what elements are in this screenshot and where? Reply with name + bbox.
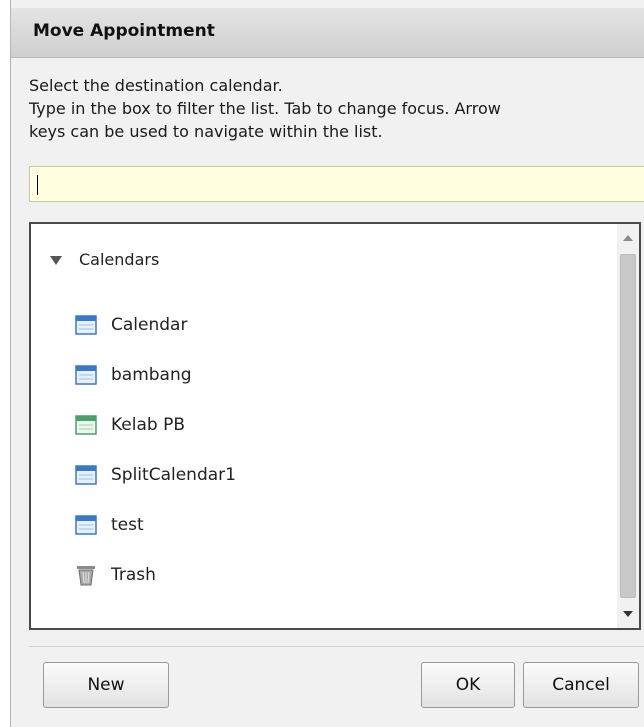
text-caret	[37, 175, 38, 195]
calendar-icon	[75, 464, 97, 486]
list-item-splitcalendar1[interactable]: SplitCalendar1	[75, 458, 236, 492]
scroll-down-arrow-icon[interactable]	[617, 600, 639, 628]
filter-input[interactable]	[29, 166, 644, 202]
new-button[interactable]: New	[43, 662, 169, 708]
tree-root-calendars[interactable]: Calendars	[49, 244, 159, 274]
list-item-calendar[interactable]: Calendar	[75, 308, 236, 342]
list-item-kelab-pb[interactable]: Kelab PB	[75, 408, 236, 442]
list-item-label: bambang	[111, 365, 192, 385]
dialog-title: Move Appointment	[33, 21, 215, 41]
expand-arrow-icon[interactable]	[49, 252, 63, 266]
list-item-label: Kelab PB	[111, 415, 186, 435]
dialog-title-bar[interactable]: Move Appointment	[11, 8, 644, 58]
calendar-items: Calendar bambang Kelab PB SplitCalendar1	[75, 308, 236, 592]
list-item-label: Trash	[111, 565, 156, 585]
list-item-bambang[interactable]: bambang	[75, 358, 236, 392]
calendar-list[interactable]: Calendars Calendar bambang Kelab PB Spli…	[29, 222, 641, 630]
list-item-label: SplitCalendar1	[111, 465, 236, 485]
calendar-icon	[75, 314, 97, 336]
list-item-label: test	[111, 515, 144, 535]
instruction-line: Type in the box to filter the list. Tab …	[29, 99, 501, 118]
calendar-icon	[75, 514, 97, 536]
calendar-icon	[75, 414, 97, 436]
list-item-test[interactable]: test	[75, 508, 236, 542]
scrollbar-thumb[interactable]	[620, 254, 636, 598]
instruction-line: Select the destination calendar.	[29, 76, 283, 95]
tree-root-label: Calendars	[79, 249, 160, 269]
list-item-label: Calendar	[111, 315, 188, 335]
cancel-button[interactable]: Cancel	[523, 662, 639, 708]
instructions: Select the destination calendar. Type in…	[29, 74, 641, 143]
instruction-line: keys can be used to navigate within the …	[29, 122, 383, 141]
move-appointment-dialog: Move Appointment Select the destination …	[10, 0, 644, 727]
scroll-up-arrow-icon[interactable]	[617, 224, 639, 252]
ok-button[interactable]: OK	[421, 662, 515, 708]
footer-divider	[29, 646, 644, 647]
list-scrollbar[interactable]	[617, 224, 639, 628]
list-item-trash[interactable]: Trash	[75, 558, 236, 592]
trash-icon	[75, 564, 97, 586]
calendar-icon	[75, 364, 97, 386]
